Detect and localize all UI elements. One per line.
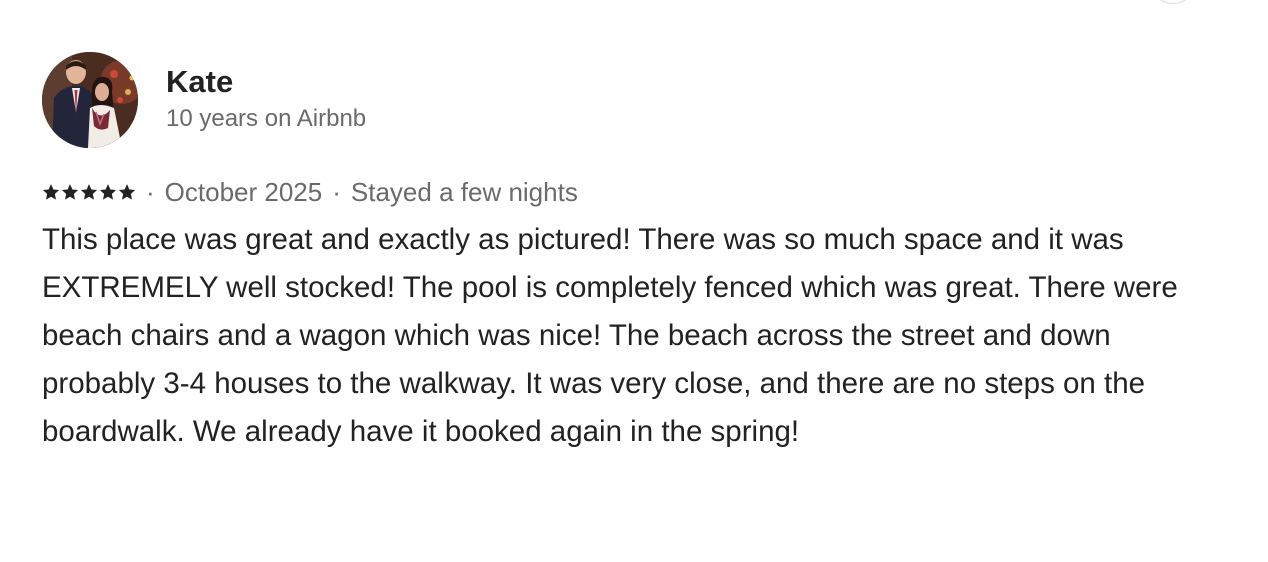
partial-circle-button[interactable] [1150,0,1196,4]
reviewer-name[interactable]: Kate [166,64,366,100]
star-icon [118,184,136,200]
review-meta: · October 2025 · Stayed a few nights [42,176,1232,208]
user-photo-avatar-icon [42,52,138,148]
avatar[interactable] [42,52,138,148]
star-icon [42,184,60,200]
star-icon [99,184,117,200]
review-text: This place was great and exactly as pict… [42,223,1178,448]
review-header: Kate 10 years on Airbnb [42,52,1232,148]
star-rating [42,183,136,201]
star-icon [61,184,79,200]
reviewer-info: Kate 10 years on Airbnb [166,52,366,134]
review-date: October 2025 [164,177,323,207]
review-card: Kate 10 years on Airbnb · October 2025 ·… [42,52,1232,456]
meta-separator: · [332,177,341,207]
reviewer-tenure: 10 years on Airbnb [166,105,367,132]
stay-length: Stayed a few nights [350,177,578,207]
meta-separator: · [146,177,155,207]
star-icon [80,184,98,200]
